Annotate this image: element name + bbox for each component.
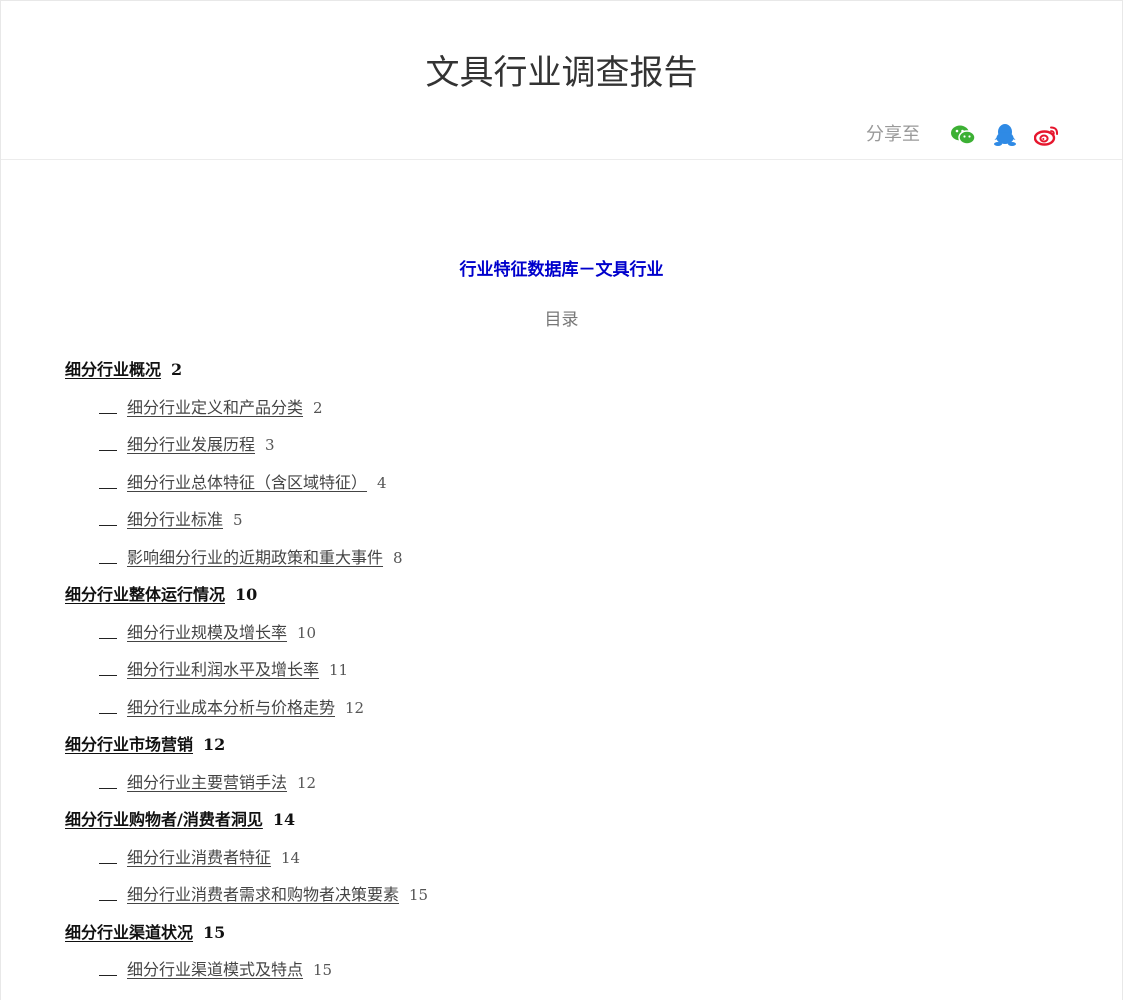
toc-page-number: 14	[281, 848, 301, 867]
toc-page-number: 10	[297, 623, 317, 642]
toc-entry-text[interactable]: 细分行业购物者/消费者洞见	[65, 810, 263, 829]
toc-section[interactable]: 细分行业整体运行情况 10	[65, 582, 1058, 620]
toc-subsection[interactable]: 细分行业消费者特征 14	[65, 845, 1058, 883]
page-title: 文具行业调查报告	[425, 53, 698, 93]
toc-marker	[99, 545, 117, 564]
toc-entry-text[interactable]: 细分行业整体运行情况	[65, 585, 225, 604]
toc-page-number: 3	[265, 436, 275, 454]
document-subtitle: 行业特征数据库－文具行业	[459, 260, 664, 280]
toc-heading: 目录	[544, 310, 579, 330]
toc-subsection[interactable]: 细分行业渠道模式及特点 15	[65, 957, 1058, 995]
toc-page-number: 15	[409, 886, 429, 904]
toc-page-number: 14	[272, 810, 296, 829]
toc-marker	[99, 395, 117, 414]
table-of-contents: 细分行业概况 2 细分行业定义和产品分类 2 细分行业发展历程 3 细分行业总体特征（含区域…	[65, 357, 1058, 995]
weibo-icon[interactable]	[1034, 122, 1060, 148]
page-header: 文具行业调查报告 分享至	[1, 1, 1122, 160]
toc-entry-text[interactable]: 细分行业渠道模式及特点	[127, 960, 303, 979]
toc-page-number: 12	[297, 773, 317, 792]
wechat-icon[interactable]	[950, 122, 976, 148]
toc-marker	[99, 695, 117, 714]
toc-subsection[interactable]: 细分行业总体特征（含区域特征） 4	[65, 470, 1058, 508]
toc-page-number: 5	[233, 511, 243, 529]
toc-page-number: 15	[203, 922, 226, 942]
toc-marker	[99, 432, 117, 451]
toc-page-number: 11	[329, 661, 349, 679]
toc-entry-text[interactable]: 细分行业总体特征（含区域特征）	[127, 473, 367, 492]
toc-marker	[99, 657, 117, 676]
toc-entry-text[interactable]: 影响细分行业的近期政策和重大事件	[127, 548, 383, 567]
toc-page-number: 2	[313, 398, 323, 417]
toc-marker	[99, 770, 117, 789]
toc-marker	[99, 845, 117, 864]
toc-section[interactable]: 细分行业概况 2	[65, 357, 1058, 395]
toc-page-number: 12	[345, 698, 365, 717]
toc-entry-text[interactable]: 细分行业定义和产品分类	[127, 398, 303, 417]
toc-entry-text[interactable]: 细分行业成本分析与价格走势	[127, 698, 335, 717]
toc-entry-text[interactable]: 细分行业市场营销	[65, 735, 193, 754]
toc-page-number: 8	[393, 548, 403, 567]
toc-section[interactable]: 细分行业市场营销 12	[65, 732, 1058, 770]
toc-subsection[interactable]: 细分行业成本分析与价格走势 12	[65, 695, 1058, 733]
toc-entry-text[interactable]: 细分行业主要营销手法	[127, 773, 287, 792]
toc-marker	[99, 957, 117, 976]
share-label: 分享至	[866, 124, 920, 145]
toc-subsection[interactable]: 细分行业主要营销手法 12	[65, 770, 1058, 808]
toc-marker	[99, 882, 117, 901]
toc-section[interactable]: 细分行业购物者/消费者洞见 14	[65, 807, 1058, 845]
toc-entry-text[interactable]: 细分行业利润水平及增长率	[127, 660, 319, 679]
toc-page-number: 15	[313, 961, 333, 979]
toc-entry-text[interactable]: 细分行业标准	[127, 510, 223, 529]
toc-subsection[interactable]: 细分行业利润水平及增长率 11	[65, 657, 1058, 695]
toc-marker	[99, 470, 117, 489]
toc-entry-text[interactable]: 细分行业消费者需求和购物者决策要素	[127, 885, 399, 904]
toc-subsection[interactable]: 细分行业定义和产品分类 2	[65, 395, 1058, 433]
toc-page-number: 12	[203, 735, 226, 754]
share-bar: 分享至	[866, 121, 1060, 149]
toc-marker	[99, 507, 117, 526]
toc-page-number: 4	[377, 473, 387, 492]
toc-subsection[interactable]: 细分行业发展历程 3	[65, 432, 1058, 470]
toc-entry-text[interactable]: 细分行业消费者特征	[127, 848, 271, 867]
toc-entry-text[interactable]: 细分行业规模及增长率	[127, 623, 287, 642]
toc-page-number: 10	[235, 585, 258, 604]
toc-entry-text[interactable]: 细分行业概况	[65, 360, 161, 379]
toc-subsection[interactable]: 细分行业消费者需求和购物者决策要素 15	[65, 882, 1058, 920]
toc-entry-text[interactable]: 细分行业渠道状况	[65, 923, 193, 942]
report-page: 文具行业调查报告 分享至 行业特征数据库－文具行业 目录 细分行业概况 2 细分…	[0, 0, 1123, 1000]
toc-subsection[interactable]: 细分行业标准 5	[65, 507, 1058, 545]
toc-subsection[interactable]: 影响细分行业的近期政策和重大事件 8	[65, 545, 1058, 583]
toc-page-number: 2	[171, 360, 183, 379]
toc-section[interactable]: 细分行业渠道状况 15	[65, 920, 1058, 958]
toc-marker	[99, 620, 117, 639]
toc-entry-text[interactable]: 细分行业发展历程	[127, 435, 255, 454]
qq-icon[interactable]	[992, 122, 1018, 148]
toc-subsection[interactable]: 细分行业规模及增长率 10	[65, 620, 1058, 658]
